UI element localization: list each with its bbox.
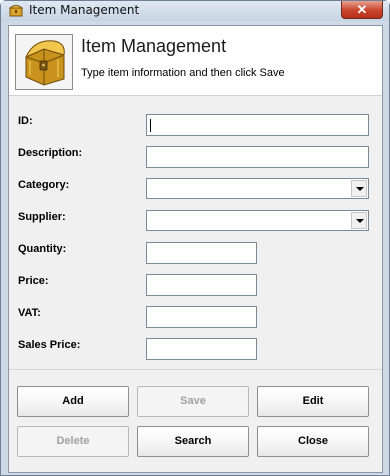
- supplier-label: Supplier:: [18, 211, 66, 223]
- window-title: Item Management: [29, 3, 140, 17]
- vat-input[interactable]: [146, 306, 257, 328]
- sales-price-input[interactable]: [146, 338, 257, 360]
- treasure-chest-icon: [25, 40, 65, 86]
- dialog-header: Item Management Type item information an…: [9, 26, 382, 96]
- dialog-client-area: Item Management Type item information an…: [8, 25, 383, 473]
- sales-price-label: Sales Price:: [18, 339, 81, 351]
- id-input[interactable]: [146, 114, 369, 136]
- close-button[interactable]: Close: [257, 426, 369, 457]
- category-select[interactable]: [146, 178, 369, 199]
- save-button[interactable]: Save: [137, 386, 249, 417]
- text-caret: [150, 119, 151, 132]
- header-icon-frame: [15, 34, 73, 90]
- quantity-label: Quantity:: [18, 243, 67, 255]
- window-close-button[interactable]: ✕: [341, 1, 383, 19]
- description-input[interactable]: [146, 146, 369, 168]
- price-label: Price:: [18, 275, 49, 287]
- app-window: Item Management ✕ Item Management Type i…: [0, 0, 390, 476]
- search-button[interactable]: Search: [137, 426, 249, 457]
- chevron-down-icon[interactable]: [351, 212, 367, 229]
- id-label: ID:: [18, 115, 33, 127]
- description-label: Description:: [18, 147, 83, 159]
- add-button[interactable]: Add: [17, 386, 129, 417]
- category-label: Category:: [18, 179, 70, 191]
- vat-label: VAT:: [18, 307, 41, 319]
- button-panel: Add Save Edit Delete Search Close: [9, 369, 382, 472]
- header-title: Item Management: [81, 36, 227, 56]
- price-input[interactable]: [146, 274, 257, 296]
- quantity-input[interactable]: [146, 242, 257, 264]
- title-bar[interactable]: Item Management ✕: [1, 1, 389, 21]
- delete-button[interactable]: Delete: [17, 426, 129, 457]
- treasure-chest-icon: [9, 5, 23, 17]
- chevron-down-icon[interactable]: [351, 180, 367, 197]
- edit-button[interactable]: Edit: [257, 386, 369, 417]
- supplier-select[interactable]: [146, 210, 369, 231]
- header-subtitle: Type item information and then click Sav…: [81, 67, 285, 79]
